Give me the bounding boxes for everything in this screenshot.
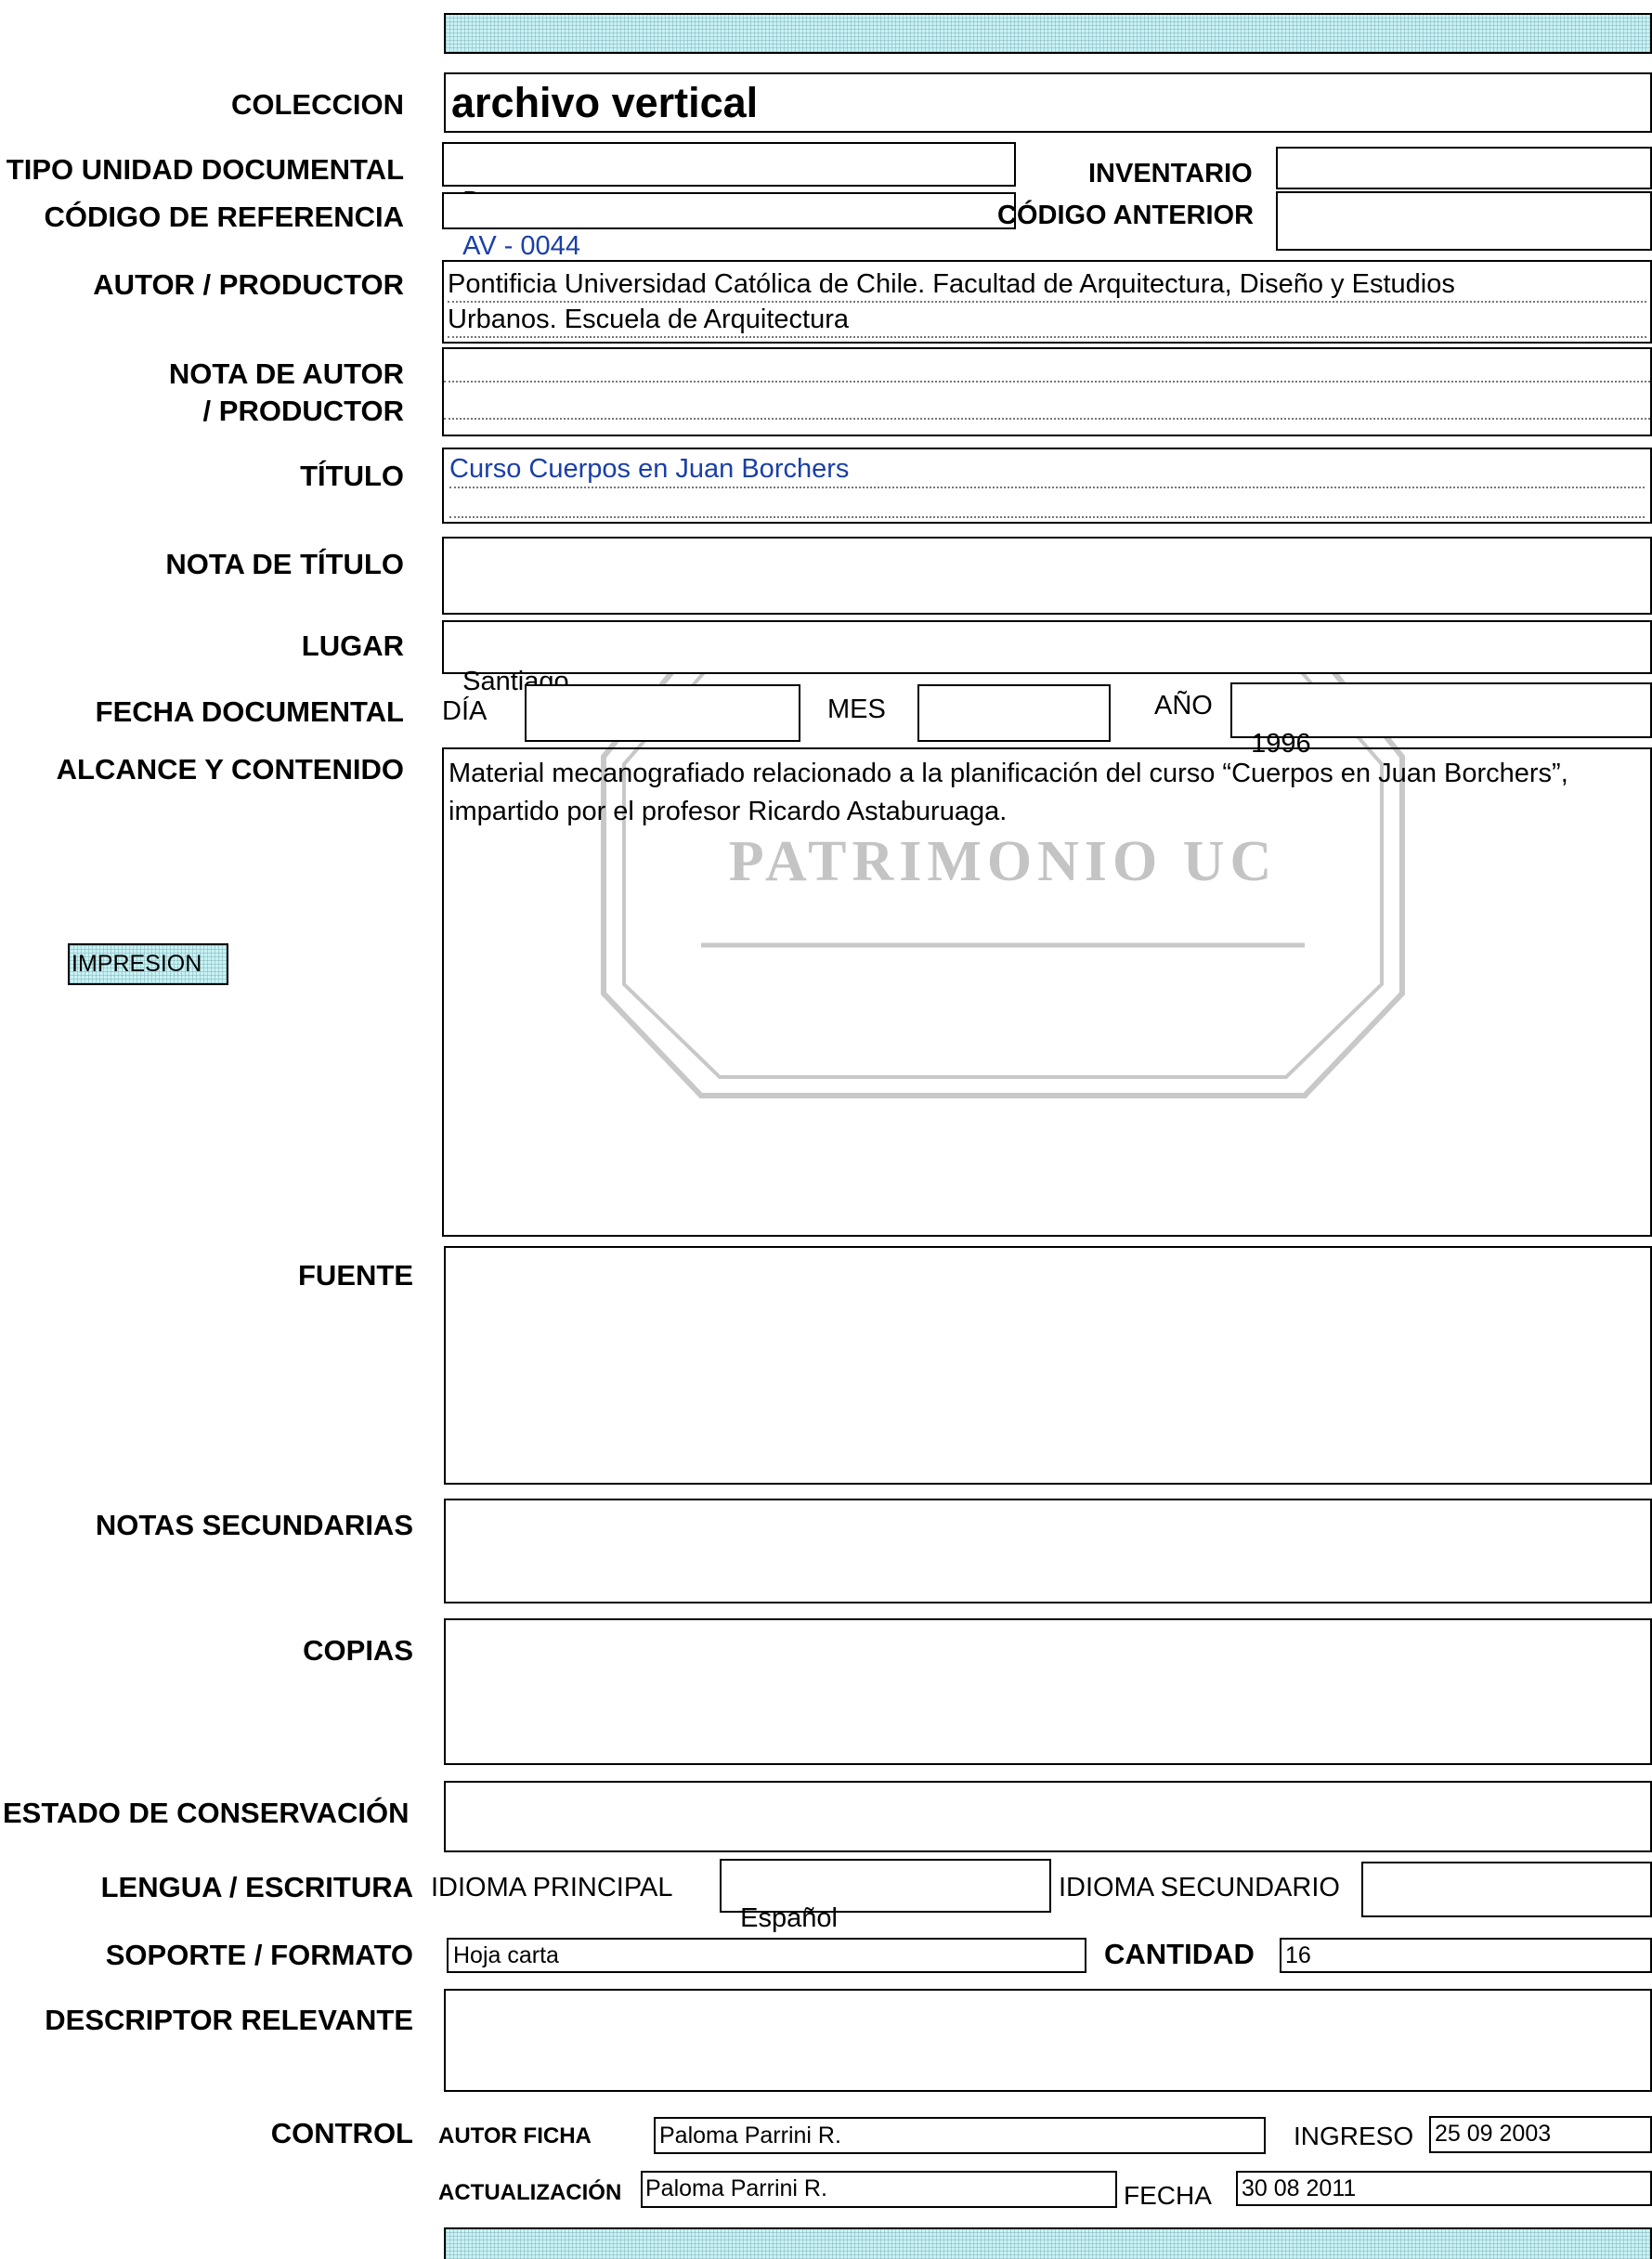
estado-label: ESTADO DE CONSERVACIÓN <box>3 1797 410 1829</box>
inventario-label: INVENTARIO <box>1088 159 1253 188</box>
bottom-banner <box>444 2227 1652 2259</box>
control-label: CONTROL <box>270 2117 413 2149</box>
coleccion-value: archivo vertical <box>451 79 759 126</box>
alcance-field[interactable]: Material mecanografiado relacionado a la… <box>442 747 1652 1237</box>
idioma-principal-field[interactable]: Español <box>720 1859 1051 1933</box>
actualizacion-label: ACTUALIZACIÓN <box>438 2180 622 2205</box>
nota-autor-line <box>444 418 1650 420</box>
autor-ficha-field[interactable]: Paloma Parrini R. <box>654 2117 1266 2154</box>
nota-autor-line <box>444 381 1650 383</box>
cantidad-label: CANTIDAD <box>1104 1938 1255 1970</box>
anio-label: AÑO <box>1154 691 1213 721</box>
soporte-value: Hoja carta <box>453 1942 559 1968</box>
codigo-anterior-label: CÓDIGO ANTERIOR <box>997 201 1255 230</box>
idioma-secundario-field[interactable] <box>1361 1862 1652 1917</box>
dia-label: DÍA <box>442 696 488 726</box>
dia-field[interactable] <box>525 684 800 742</box>
nota-titulo-field[interactable] <box>442 537 1652 615</box>
copias-label: COPIAS <box>303 1634 413 1667</box>
idioma-principal-value: Español <box>740 1903 838 1933</box>
autor-ficha-label: AUTOR FICHA <box>438 2123 592 2149</box>
coleccion-label: COLECCION <box>231 88 404 121</box>
ingreso-label: INGRESO <box>1294 2122 1414 2150</box>
titulo-label: TÍTULO <box>300 460 404 492</box>
tipo-unidad-field[interactable]: Documento <box>442 142 1016 216</box>
titulo-value: Curso Cuerpos en Juan Borchers <box>449 449 1645 488</box>
titulo-line <box>449 516 1645 518</box>
autor-field[interactable]: Pontificia Universidad Católica de Chile… <box>442 260 1652 344</box>
actualizacion-value: Paloma Parrini R. <box>645 2175 827 2201</box>
fecha-control-field[interactable]: 30 08 2011 <box>1236 2171 1652 2206</box>
fecha-control-value: 30 08 2011 <box>1242 2175 1357 2201</box>
codigo-referencia-label: CÓDIGO DE REFERENCIA <box>44 201 404 233</box>
ingreso-value: 25 09 2003 <box>1435 2121 1552 2147</box>
autor-value-line2: Urbanos. Escuela de Arquitectura <box>448 303 1646 338</box>
anio-field[interactable]: 1996 <box>1230 682 1652 759</box>
inventario-field[interactable] <box>1276 147 1652 189</box>
tipo-unidad-label: TIPO UNIDAD DOCUMENTAL <box>6 153 404 186</box>
coleccion-field[interactable]: archivo vertical <box>444 72 1652 133</box>
nota-titulo-label: NOTA DE TÍTULO <box>165 548 404 580</box>
lugar-label: LUGAR <box>301 630 404 662</box>
actualizacion-field[interactable]: Paloma Parrini R. <box>641 2171 1117 2208</box>
idioma-principal-label: IDIOMA PRINCIPAL <box>431 1873 673 1902</box>
fuente-label: FUENTE <box>298 1259 413 1292</box>
impresion-label: IMPRESION <box>72 951 202 977</box>
ingreso-field[interactable]: 25 09 2003 <box>1429 2116 1652 2153</box>
soporte-field[interactable]: Hoja carta <box>447 1938 1086 1973</box>
autor-ficha-value: Paloma Parrini R. <box>659 2123 841 2149</box>
soporte-label: SOPORTE / FORMATO <box>105 1939 413 1971</box>
fecha-documental-label: FECHA DOCUMENTAL <box>95 695 404 728</box>
estado-field[interactable] <box>444 1781 1652 1852</box>
autor-label: AUTOR / PRODUCTOR <box>93 268 404 301</box>
mes-label: MES <box>827 695 886 724</box>
lengua-label: LENGUA / ESCRITURA <box>100 1871 413 1903</box>
impresion-button[interactable]: IMPRESION <box>68 943 228 985</box>
mes-field[interactable] <box>917 684 1111 742</box>
fuente-field[interactable] <box>444 1246 1652 1485</box>
top-banner <box>444 13 1652 54</box>
codigo-anterior-field[interactable] <box>1276 191 1652 251</box>
notas-secundarias-field[interactable] <box>444 1499 1652 1603</box>
alcance-label: ALCANCE Y CONTENIDO <box>56 753 404 785</box>
codigo-referencia-value: AV - 0044 <box>462 231 580 263</box>
notas-secundarias-label: NOTAS SECUNDARIAS <box>95 1509 413 1541</box>
nota-autor-label-line1: NOTA DE AUTOR <box>168 357 404 390</box>
nota-autor-label-line2: / PRODUCTOR <box>202 395 404 427</box>
cantidad-value: 16 <box>1285 1942 1311 1968</box>
alcance-value: Material mecanografiado relacionado a la… <box>449 759 1576 826</box>
descriptor-field[interactable] <box>444 1989 1652 2092</box>
cantidad-field[interactable]: 16 <box>1280 1938 1652 1973</box>
fecha-control-label: FECHA <box>1124 2181 1212 2210</box>
nota-autor-field[interactable] <box>442 347 1652 436</box>
titulo-field[interactable]: Curso Cuerpos en Juan Borchers <box>442 448 1652 524</box>
descriptor-label: DESCRIPTOR RELEVANTE <box>45 2004 413 2036</box>
copias-field[interactable] <box>444 1618 1652 1765</box>
codigo-referencia-field[interactable]: AV - 0044 <box>442 192 1016 263</box>
autor-value-line1: Pontificia Universidad Católica de Chile… <box>448 267 1646 303</box>
lugar-field[interactable]: Santiago <box>442 620 1652 696</box>
idioma-secundario-label: IDIOMA SECUNDARIO <box>1059 1873 1340 1902</box>
